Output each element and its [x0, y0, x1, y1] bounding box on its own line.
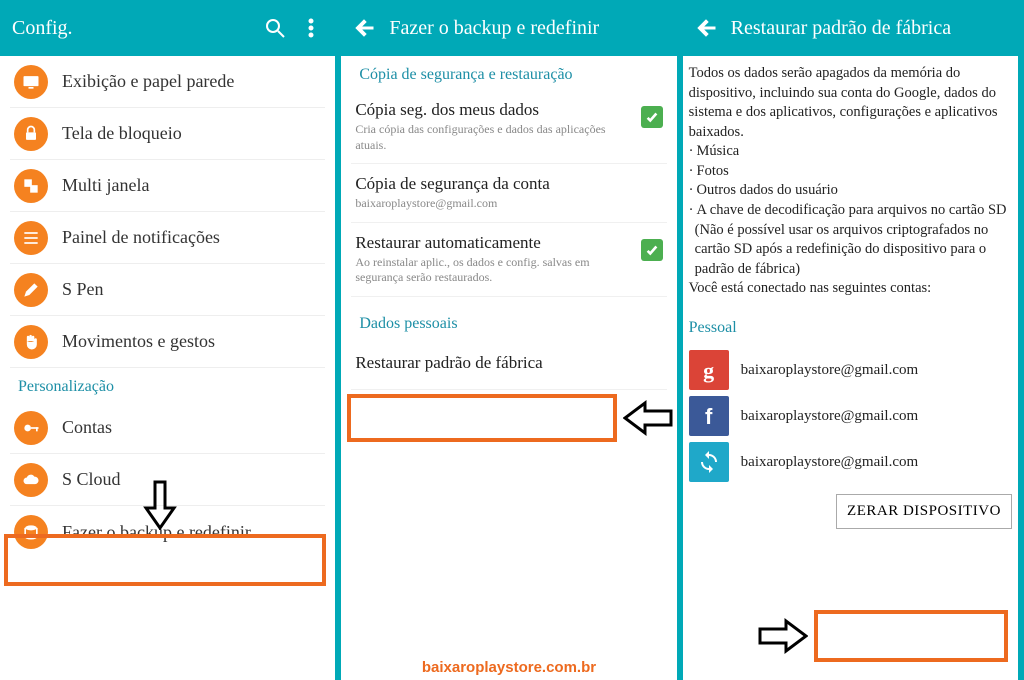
- account-email: baixaroplaystore@gmail.com: [741, 406, 919, 426]
- settings-item-label: Movimentos e gestos: [62, 331, 215, 352]
- backup-my-data-item[interactable]: Cópia seg. dos meus dados Cria cópia das…: [351, 90, 666, 164]
- auto-restore-item[interactable]: Restaurar automaticamente Ao reinstalar …: [351, 223, 666, 297]
- item-title: Cópia de segurança da conta: [355, 174, 662, 194]
- appbar-title: Config.: [12, 17, 251, 40]
- multiwindow-icon: [14, 169, 48, 203]
- settings-item-label: Contas: [62, 417, 112, 438]
- bullet-item: A chave de decodificação para arquivos n…: [689, 201, 1012, 221]
- settings-list: Exibição e papel parede Tela de bloqueio…: [0, 56, 335, 680]
- hand-icon: [14, 325, 48, 359]
- google-icon: g: [689, 350, 729, 390]
- item-subtitle: baixaroplaystore@gmail.com: [355, 196, 662, 212]
- checkbox-icon[interactable]: [641, 239, 663, 261]
- item-title: Cópia seg. dos meus dados: [355, 100, 630, 120]
- item-subtitle: Cria cópia das configurações e dados das…: [355, 122, 630, 153]
- settings-item-backup-reset[interactable]: Fazer o backup e redefinir: [10, 506, 325, 558]
- reset-device-button[interactable]: ZERAR DISPOSITIVO: [836, 494, 1012, 529]
- reset-intro-text: Todos os dados serão apagados da memória…: [689, 64, 1012, 142]
- account-email: baixaroplaystore@gmail.com: [741, 360, 919, 380]
- settings-item-lockscreen[interactable]: Tela de bloqueio: [10, 108, 325, 160]
- checkbox-icon[interactable]: [641, 106, 663, 128]
- section-header-personal-data: Dados pessoais: [351, 305, 666, 339]
- backup-content: Cópia de segurança e restauração Cópia s…: [341, 56, 676, 680]
- settings-item-spen[interactable]: S Pen: [10, 264, 325, 316]
- item-title: Restaurar automaticamente: [355, 233, 630, 253]
- settings-item-scloud[interactable]: S Cloud: [10, 454, 325, 506]
- accounts-header: Pessoal: [689, 307, 1012, 345]
- reset-content: Todos os dados serão apagados da memória…: [683, 56, 1018, 680]
- facebook-icon: f: [689, 396, 729, 436]
- list-icon: [14, 221, 48, 255]
- back-icon[interactable]: [353, 16, 377, 40]
- pen-icon: [14, 273, 48, 307]
- item-subtitle: Ao reinstalar aplic., os dados e config.…: [355, 255, 630, 286]
- settings-item-display[interactable]: Exibição e papel parede: [10, 56, 325, 108]
- appbar-title: Fazer o backup e redefinir: [389, 17, 664, 40]
- sync-icon: [689, 442, 729, 482]
- account-row-facebook[interactable]: f baixaroplaystore@gmail.com: [689, 396, 1012, 436]
- item-title: Restaurar padrão de fábrica: [355, 353, 542, 373]
- settings-item-multiwindow[interactable]: Multi janela: [10, 160, 325, 212]
- appbar-backup: Fazer o backup e redefinir: [341, 0, 676, 56]
- backup-reset-panel: Fazer o backup e redefinir Cópia de segu…: [341, 0, 682, 680]
- reset-bullets: Música Fotos Outros dados do usuário A c…: [689, 142, 1012, 220]
- settings-item-notifications[interactable]: Painel de notificações: [10, 212, 325, 264]
- bullet-item: Outros dados do usuário: [689, 181, 1012, 201]
- search-icon[interactable]: [263, 16, 287, 40]
- settings-item-label: Exibição e papel parede: [62, 71, 234, 92]
- settings-item-label: Multi janela: [62, 175, 149, 196]
- backup-icon: [14, 515, 48, 549]
- account-row-sync[interactable]: baixaroplaystore@gmail.com: [689, 442, 1012, 482]
- account-row-google[interactable]: g baixaroplaystore@gmail.com: [689, 350, 1012, 390]
- section-header-personalization: Personalização: [10, 368, 325, 402]
- overflow-menu-icon[interactable]: [299, 16, 323, 40]
- key-icon: [14, 411, 48, 445]
- bullet-item: Música: [689, 142, 1012, 162]
- settings-item-label: S Cloud: [62, 469, 121, 490]
- factory-reset-item[interactable]: Restaurar padrão de fábrica: [351, 339, 666, 390]
- settings-item-accounts[interactable]: Contas: [10, 402, 325, 454]
- backup-account-item[interactable]: Cópia de segurança da conta baixaroplays…: [351, 164, 666, 223]
- section-header-backup: Cópia de segurança e restauração: [351, 56, 666, 90]
- settings-item-label: S Pen: [62, 279, 104, 300]
- appbar-title: Restaurar padrão de fábrica: [731, 17, 1006, 40]
- account-email: baixaroplaystore@gmail.com: [741, 452, 919, 472]
- appbar-config: Config.: [0, 0, 335, 56]
- settings-panel: Config. Exibição e papel parede Tela de …: [0, 0, 341, 680]
- settings-item-motions[interactable]: Movimentos e gestos: [10, 316, 325, 368]
- appbar-reset: Restaurar padrão de fábrica: [683, 0, 1018, 56]
- settings-item-label: Painel de notificações: [62, 227, 220, 248]
- cloud-icon: [14, 463, 48, 497]
- bullet-item: Fotos: [689, 162, 1012, 182]
- display-icon: [14, 65, 48, 99]
- back-icon[interactable]: [695, 16, 719, 40]
- settings-item-label: Tela de bloqueio: [62, 123, 182, 144]
- reset-connected-text: Você está conectado nas seguintes contas…: [689, 279, 1012, 299]
- settings-item-label: Fazer o backup e redefinir: [62, 522, 251, 543]
- factory-reset-panel: Restaurar padrão de fábrica Todos os dad…: [683, 0, 1024, 680]
- reset-paren-note: (Não é possível usar os arquivos criptog…: [689, 221, 1012, 280]
- watermark-text: baixaroplaystore.com.br: [422, 659, 596, 676]
- lock-icon: [14, 117, 48, 151]
